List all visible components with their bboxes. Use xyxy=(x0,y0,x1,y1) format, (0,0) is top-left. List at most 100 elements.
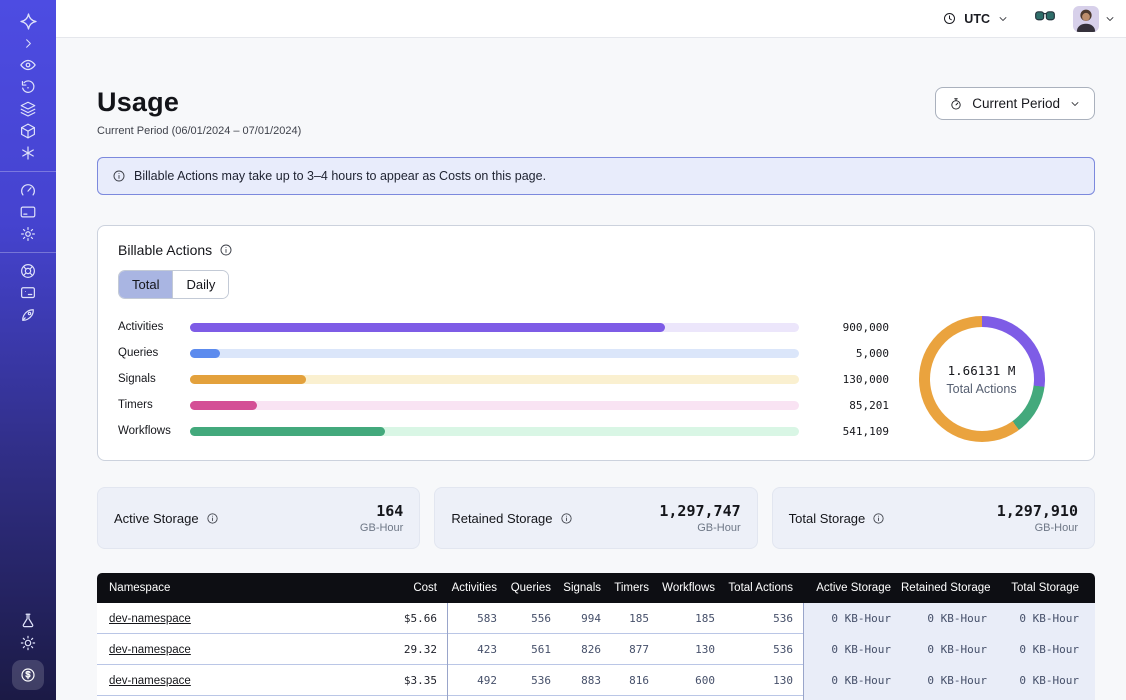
gauge-icon[interactable] xyxy=(6,179,50,201)
monitor-icon[interactable] xyxy=(6,282,50,304)
total-daily-tabs: Total Daily xyxy=(118,270,229,299)
signals-cell: 994 xyxy=(561,612,611,625)
info-icon[interactable] xyxy=(219,243,233,257)
page-subtitle: Current Period (06/01/2024 – 07/01/2024) xyxy=(97,125,301,137)
table-row: dev-namespace $3.35 492 536 883 816 600 … xyxy=(97,665,1095,696)
storage-summary-row: Active Storage 164 GB-Hour Retained Stor… xyxy=(97,487,1095,549)
bar-fill xyxy=(190,375,306,384)
bar-track xyxy=(190,375,799,384)
info-icon xyxy=(112,169,126,183)
stopwatch-icon xyxy=(949,97,963,111)
billable-actions-title: Billable Actions xyxy=(118,242,212,258)
chevron-down-icon xyxy=(997,13,1009,25)
queries-cell: 561 xyxy=(507,643,561,656)
gear-icon[interactable] xyxy=(6,223,50,245)
signals-cell: 826 xyxy=(561,643,611,656)
workflows-cell: 185 xyxy=(659,612,725,625)
tab-total[interactable]: Total xyxy=(119,271,172,298)
col-workflows: Workflows xyxy=(659,582,725,594)
bar-track xyxy=(190,323,799,332)
info-icon[interactable] xyxy=(560,512,573,525)
timers-cell: 877 xyxy=(611,643,659,656)
total-storage-cell: 0 KB-Hour xyxy=(997,603,1095,634)
expand-chevron-icon[interactable] xyxy=(6,32,50,54)
info-icon[interactable] xyxy=(872,512,885,525)
dollar-coin-icon xyxy=(19,666,37,684)
retained-storage-cell: 0 KB-Hour xyxy=(901,665,997,696)
retained-storage-card: Retained Storage 1,297,747 GB-Hour xyxy=(434,487,757,549)
total-actions-cell: 536 xyxy=(725,643,803,656)
chevron-down-icon xyxy=(1104,13,1116,25)
total-storage-value: 1,297,910 xyxy=(997,502,1078,520)
tab-daily[interactable]: Daily xyxy=(172,271,228,298)
flask-icon[interactable] xyxy=(6,610,50,632)
bar-row-workflows: Workflows 541,109 xyxy=(118,424,889,439)
topbar: UTC xyxy=(56,0,1126,38)
card-terminal-icon[interactable] xyxy=(6,201,50,223)
bar-fill xyxy=(190,349,220,358)
workflows-cell: 130 xyxy=(659,643,725,656)
activities-cell: 492 xyxy=(447,665,507,696)
rocket-icon[interactable] xyxy=(6,304,50,326)
avatar xyxy=(1073,6,1099,32)
info-icon[interactable] xyxy=(206,512,219,525)
timers-cell: 816 xyxy=(611,674,659,687)
main-content: Usage Current Period (06/01/2024 – 07/01… xyxy=(56,38,1126,700)
col-namespace: Namespace xyxy=(97,582,355,594)
cost-cell: $5.66 xyxy=(355,612,447,625)
asterisk-icon[interactable] xyxy=(6,142,50,164)
bar-value: 85,201 xyxy=(811,399,889,412)
bar-value: 130,000 xyxy=(811,373,889,386)
bar-track xyxy=(190,349,799,358)
usage-billing-active-item[interactable] xyxy=(12,660,44,690)
activities-cell: 423 xyxy=(447,634,507,665)
active-storage-cell: 0 KB-Hour xyxy=(803,634,901,665)
namespace-usage-table: Namespace Cost Activities Queries Signal… xyxy=(97,573,1095,700)
bar-label: Workflows xyxy=(118,425,190,437)
page-title: Usage xyxy=(97,87,301,118)
col-cost: Cost xyxy=(355,582,447,594)
bar-track xyxy=(190,401,799,410)
cube-icon[interactable] xyxy=(6,120,50,142)
period-dropdown-button[interactable]: Current Period xyxy=(935,87,1095,120)
sun-icon[interactable] xyxy=(6,632,50,654)
bar-fill xyxy=(190,427,385,436)
cost-cell: $3.35 xyxy=(355,674,447,687)
active-storage-cell: 0 KB-Hour xyxy=(803,603,901,634)
donut-total-value: 1.66131 M xyxy=(948,363,1016,378)
temporal-logo-icon[interactable] xyxy=(6,10,50,32)
info-banner: Billable Actions may take up to 3–4 hour… xyxy=(97,157,1095,195)
bar-fill xyxy=(190,401,257,410)
retained-storage-cell: 0 KB-Hour xyxy=(901,603,997,634)
lifebuoy-icon[interactable] xyxy=(6,260,50,282)
namespace-link[interactable]: dev-namespace xyxy=(109,613,191,625)
col-queries: Queries xyxy=(507,582,561,594)
col-timers: Timers xyxy=(611,582,659,594)
history-icon[interactable] xyxy=(6,76,50,98)
bar-label: Activities xyxy=(118,321,190,333)
eye-icon[interactable] xyxy=(6,54,50,76)
bar-row-queries: Queries 5,000 xyxy=(118,346,889,361)
activities-cell: 583 xyxy=(447,603,507,634)
active-storage-unit: GB-Hour xyxy=(360,522,403,534)
total-storage-cell: 0 KB-Hour xyxy=(997,634,1095,665)
table-row-partial xyxy=(97,696,1095,700)
active-storage-cell: 0 KB-Hour xyxy=(803,665,901,696)
active-storage-value: 164 xyxy=(360,502,403,520)
sidebar-divider xyxy=(0,252,56,253)
timezone-selector[interactable]: UTC xyxy=(942,11,1009,26)
donut-ring: 1.66131 M Total Actions xyxy=(919,316,1045,442)
donut-chart: 1.66131 M Total Actions xyxy=(889,316,1074,442)
table-row: dev-namespace 29.32 423 561 826 877 130 … xyxy=(97,634,1095,665)
active-storage-label: Active Storage xyxy=(114,511,199,526)
user-menu[interactable] xyxy=(1073,6,1116,32)
timezone-label: UTC xyxy=(964,12,990,26)
dark-mode-glasses-toggle[interactable] xyxy=(1035,9,1055,28)
namespace-link[interactable]: dev-namespace xyxy=(109,644,191,656)
layers-icon[interactable] xyxy=(6,98,50,120)
bar-row-activities: Activities 900,000 xyxy=(118,320,889,335)
namespace-link[interactable]: dev-namespace xyxy=(109,675,191,687)
total-storage-unit: GB-Hour xyxy=(997,522,1078,534)
bar-value: 5,000 xyxy=(811,347,889,360)
queries-cell: 556 xyxy=(507,612,561,625)
